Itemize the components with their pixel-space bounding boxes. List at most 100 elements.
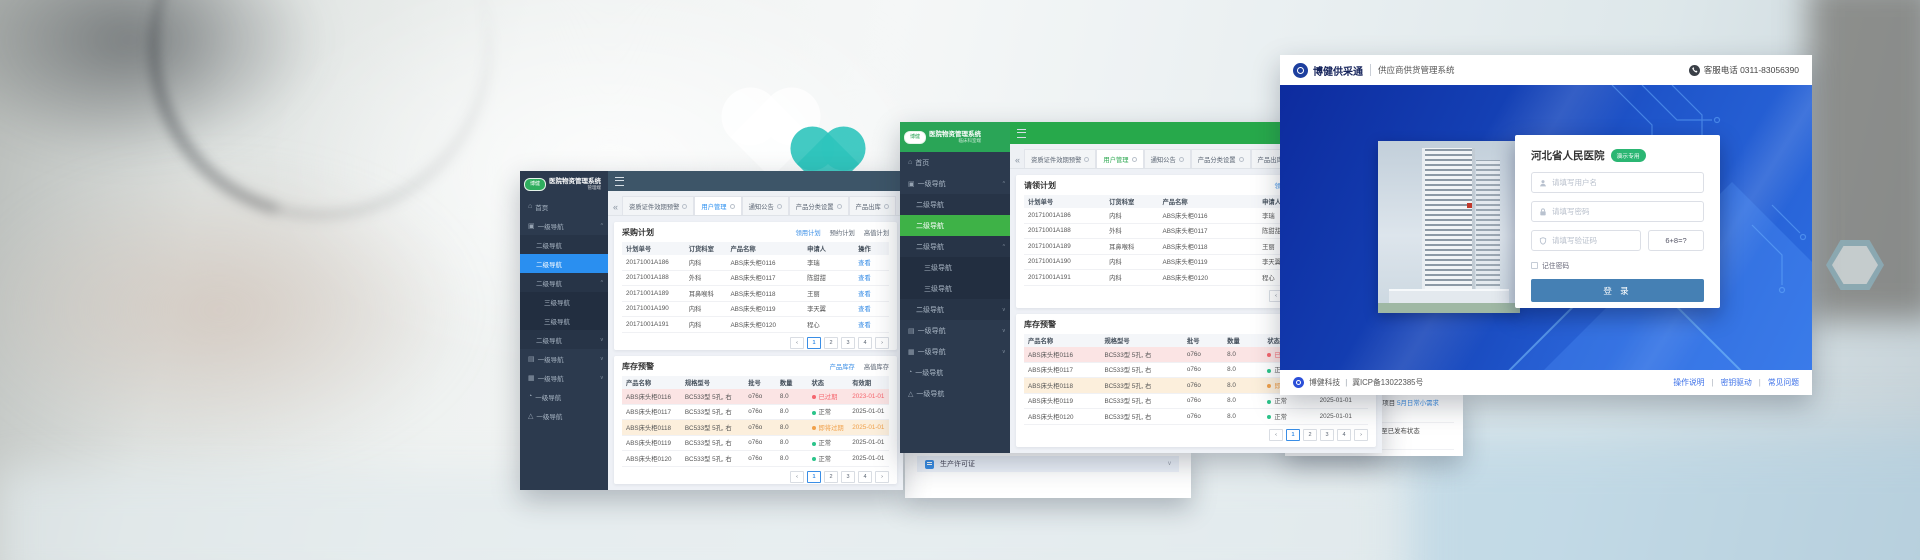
next-page-button[interactable]: › — [875, 337, 889, 349]
sidebar-item[interactable]: ▦一级导航v — [900, 341, 1010, 362]
table-cell: 内科 — [685, 255, 727, 270]
page-button[interactable]: 4 — [858, 471, 872, 483]
sidebar-item[interactable]: ◔一级导航 — [520, 387, 608, 406]
remember-checkbox[interactable] — [1531, 262, 1538, 269]
plan-type-link[interactable]: 产品库存 — [830, 362, 855, 371]
next-page-button[interactable]: › — [1354, 429, 1368, 441]
tab-close-icon[interactable] — [837, 204, 842, 209]
sidebar-item[interactable]: 二级导航v — [520, 330, 608, 349]
password-input[interactable]: 请填写密码 — [1531, 201, 1704, 222]
view-link[interactable]: 查看 — [854, 301, 889, 317]
prev-page-button[interactable]: ‹ — [790, 337, 804, 349]
sidebar-item-label: 首页 — [915, 158, 929, 168]
tab-close-icon[interactable] — [777, 204, 782, 209]
login-button[interactable]: 登 录 — [1531, 279, 1704, 302]
tab-close-icon[interactable] — [1132, 157, 1137, 162]
tab[interactable]: 用户管理 — [1096, 149, 1143, 168]
tab[interactable]: 产品分类设置 — [1191, 149, 1251, 168]
sidebar-item[interactable]: ▣一级导航^ — [520, 216, 608, 235]
sidebar-item[interactable]: ⌂首页 — [900, 152, 1010, 173]
captcha-question[interactable]: 6+8=? — [1648, 230, 1704, 251]
sidebar-item[interactable]: 二级导航 — [520, 235, 608, 254]
home-icon: ⌂ — [528, 203, 532, 210]
prev-page-button[interactable]: ‹ — [790, 471, 804, 483]
sidebar-item[interactable]: ◔一级导航 — [900, 362, 1010, 383]
plan-type-link[interactable]: 领用计划 — [795, 228, 820, 237]
tab[interactable]: 资质证件效期预警 — [1024, 149, 1096, 168]
tab[interactable]: 用户管理 — [694, 196, 741, 215]
view-link[interactable]: 查看 — [854, 317, 889, 333]
tab-close-icon[interactable] — [1179, 157, 1184, 162]
plan-type-link[interactable]: 高值计划 — [864, 228, 889, 237]
table-cell: 8.0 — [1223, 409, 1263, 425]
tab[interactable]: 产品出库 — [849, 196, 896, 215]
login-window: 博健供采通 供应商供货管理系统 客服电话 0311-83056390 — [1280, 55, 1812, 395]
sidebar-item[interactable]: 二级导航^ — [520, 273, 608, 292]
sidebar-item[interactable]: ▣一级导航^ — [900, 173, 1010, 194]
view-link[interactable]: 查看 — [854, 255, 889, 270]
sidebar-item[interactable]: 二级导航^ — [900, 236, 1010, 257]
page-button[interactable]: 3 — [1320, 429, 1334, 441]
page-button[interactable]: 1 — [807, 337, 821, 349]
page-button[interactable]: 3 — [841, 337, 855, 349]
table-cell: 8.0 — [1223, 378, 1263, 394]
tab[interactable]: 资质证件效期预警 — [622, 196, 694, 215]
captcha-input[interactable]: 请填写验证码 — [1531, 230, 1641, 251]
page-button[interactable]: 2 — [824, 337, 838, 349]
sidebar-item[interactable]: 二级导航 — [520, 254, 608, 273]
footer-link[interactable]: 密钥驱动 — [1721, 377, 1752, 388]
plan-type-link[interactable]: 高值库存 — [864, 362, 889, 371]
sidebar-item[interactable]: 三级导航 — [900, 257, 1010, 278]
sidebar-item[interactable]: 二级导航v — [900, 299, 1010, 320]
status-dot — [812, 411, 816, 415]
sidebar-item[interactable]: ⌂首页 — [520, 197, 608, 216]
prev-page-button[interactable]: ‹ — [1269, 429, 1283, 441]
view-link[interactable]: 查看 — [854, 270, 889, 286]
next-page-button[interactable]: › — [875, 471, 889, 483]
tab-close-icon[interactable] — [1239, 157, 1244, 162]
view-link[interactable]: 查看 — [854, 286, 889, 302]
sidebar-item[interactable]: ▤一级导航v — [900, 320, 1010, 341]
page-button[interactable]: 2 — [824, 471, 838, 483]
sidebar-item[interactable]: 三级导航 — [520, 311, 608, 330]
certificate-row[interactable]: 生产许可证 v — [917, 456, 1179, 472]
sidebar-item[interactable]: △一级导航 — [520, 406, 608, 425]
sidebar-item[interactable]: △一级导航 — [900, 383, 1010, 404]
menu-toggle-icon[interactable] — [1017, 129, 1026, 138]
tab-close-icon[interactable] — [730, 204, 735, 209]
footer-link[interactable]: 操作说明 — [1673, 377, 1704, 388]
status-dot — [812, 395, 816, 399]
page-button[interactable]: 4 — [858, 337, 872, 349]
plan-type-link[interactable]: 预约计划 — [830, 228, 855, 237]
activity-link[interactable]: 5月日常小需求 — [1397, 400, 1439, 407]
page-button[interactable]: 2 — [1303, 429, 1317, 441]
tab[interactable]: 通知公告 — [1144, 149, 1191, 168]
tab[interactable]: 产品分类设置 — [789, 196, 849, 215]
admin-menu: ⌂首页▣一级导航^二级导航二级导航二级导航^三级导航三级导航二级导航v▤一级导航… — [520, 197, 608, 490]
sidebar-item[interactable]: ▦一级导航v — [520, 368, 608, 387]
admin-sidebar: 博健 医院物资管理系统 管理端 ⌂首页▣一级导航^二级导航二级导航二级导航^三级… — [520, 171, 608, 490]
tab[interactable]: 通知公告 — [742, 196, 789, 215]
status-dot — [812, 457, 816, 461]
page-button[interactable]: 1 — [1286, 429, 1300, 441]
sidebar-item[interactable]: 二级导航 — [900, 194, 1010, 215]
collapse-tabs-icon[interactable]: « — [1015, 155, 1020, 165]
sidebar-item[interactable]: 三级导航 — [900, 278, 1010, 299]
menu-toggle-icon[interactable] — [615, 177, 624, 186]
username-input[interactable]: 请填写用户名 — [1531, 172, 1704, 193]
pagination: ‹1234› — [1024, 429, 1368, 441]
chevron-down-icon[interactable]: v — [1168, 461, 1171, 467]
tab-close-icon[interactable] — [884, 204, 889, 209]
tab-close-icon[interactable] — [1084, 157, 1089, 162]
sidebar-item[interactable]: 二级导航 — [900, 215, 1010, 236]
collapse-tabs-icon[interactable]: « — [613, 202, 618, 212]
stock-card: 库存预警 产品库存高值库存 产品名称规格型号批号数量状态有效期ABS床头柜011… — [614, 356, 897, 484]
page-button[interactable]: 4 — [1337, 429, 1351, 441]
tab-close-icon[interactable] — [682, 204, 687, 209]
page-button[interactable]: 3 — [841, 471, 855, 483]
sidebar-item-label: 二级导航 — [916, 200, 944, 210]
page-button[interactable]: 1 — [807, 471, 821, 483]
sidebar-item[interactable]: 三级导航 — [520, 292, 608, 311]
footer-link[interactable]: 常见问题 — [1768, 377, 1799, 388]
sidebar-item[interactable]: ▤一级导航v — [520, 349, 608, 368]
